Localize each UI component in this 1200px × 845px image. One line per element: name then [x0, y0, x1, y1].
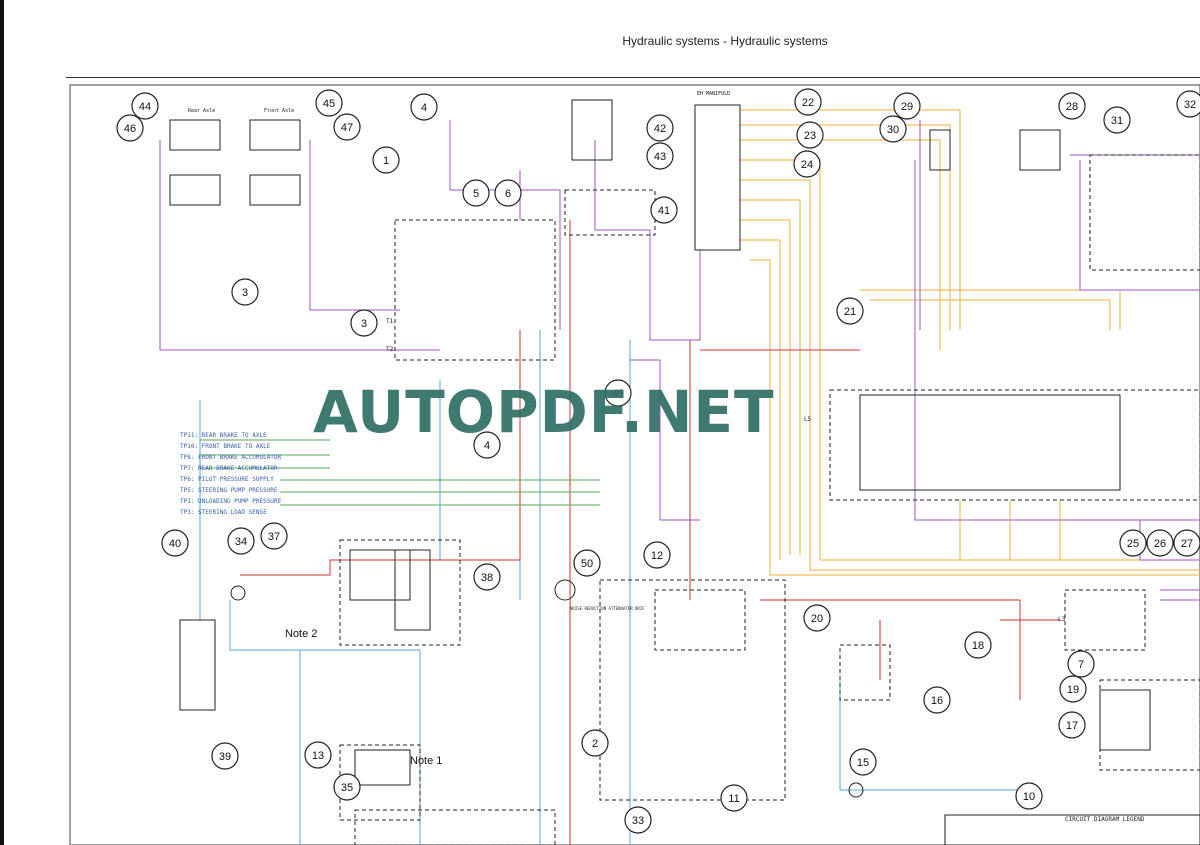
legend-title: CIRCUIT DIAGRAM LEGEND	[1065, 816, 1145, 823]
manifold-label: EH MANIFOLD	[697, 91, 731, 97]
callout-number: 2	[592, 738, 598, 750]
port-l5-label: L5	[804, 416, 812, 423]
callout-number: 50	[581, 558, 593, 570]
callout-number: 44	[139, 101, 151, 113]
callout-number: 16	[931, 695, 943, 707]
callout-number: 3	[361, 318, 367, 330]
pilot-lines-purple	[159, 120, 1200, 601]
port-t1-label: T1	[386, 318, 394, 325]
callout-number: 31	[1111, 115, 1123, 127]
callout-number: 24	[801, 159, 813, 171]
callout-number: 19	[1067, 684, 1079, 696]
callout-number: 43	[654, 151, 666, 163]
callout-number: 4	[421, 102, 427, 114]
port-l3-label: L3	[1058, 616, 1066, 623]
callout-number: 27	[1181, 538, 1193, 550]
test-point-label: TP6: PILOT PRESSURE SUPPLY	[180, 476, 274, 483]
callout-number: 42	[654, 123, 666, 135]
callout-number: 29	[901, 101, 913, 113]
callout-number: 40	[169, 538, 181, 550]
callout-number: 32	[1184, 99, 1196, 111]
callout-number: 10	[1023, 791, 1035, 803]
callout-number: 41	[658, 205, 670, 217]
callout-number: 1	[383, 155, 389, 167]
callout-number: 6	[505, 188, 511, 200]
test-point-label: TP8: FRONT BRAKE ACCUMULATOR	[180, 454, 282, 461]
callout-number: 17	[1066, 720, 1078, 732]
callout-number: 18	[972, 640, 984, 652]
port-t2-label: T2	[386, 346, 394, 353]
callout-number: 5	[473, 188, 479, 200]
note-2-label: Note 2	[285, 628, 318, 640]
rear-axle-label: Rear Axle	[188, 108, 216, 114]
callout-number: 37	[268, 531, 280, 543]
test-point-label: TP1: UNLOADING PUMP PRESSURE	[180, 498, 282, 505]
callout-number: 12	[651, 550, 663, 562]
callout-number: 34	[235, 536, 247, 548]
callout-layer: 1233445 67101112131516171819202122232425 2…	[116, 88, 1200, 834]
test-point-label: TP5: STEERING PUMP PRESSURE	[180, 487, 278, 494]
callout-number: 21	[844, 306, 856, 318]
callout-number: 15	[857, 757, 869, 769]
callout-number: 38	[481, 572, 493, 584]
test-point-label: TP10: FRONT BRAKE TO AXLE	[180, 443, 271, 450]
front-axle-label: Front Axle	[264, 108, 295, 114]
callout-number: 7	[1078, 659, 1084, 671]
callout-number: 25	[1127, 538, 1139, 550]
test-point-label: TP7: REAR BRAKE ACCUMULATOR	[180, 465, 278, 472]
callout-number: 22	[802, 97, 814, 109]
test-point-label: TP11: REAR BRAKE TO AXLE	[180, 432, 267, 439]
component-shapes	[169, 99, 1200, 845]
callout-number: 46	[124, 123, 136, 135]
pilot-lines-orange	[740, 109, 1200, 576]
callout-number: 35	[341, 782, 353, 794]
note-1-label: Note 1	[410, 755, 443, 767]
callout-number: 45	[323, 98, 335, 110]
callout-number: 11	[728, 793, 739, 805]
callout-number: 30	[887, 124, 899, 136]
callout-number: 20	[811, 613, 823, 625]
callout-number: 33	[632, 815, 644, 827]
callout-number: 47	[341, 122, 353, 134]
callout-number: 3	[242, 287, 248, 299]
callout-number: 23	[804, 130, 816, 142]
callout-number: 26	[1154, 538, 1166, 550]
noise-label: NOISE REDUCTION ATTENUATOR ORIF	[570, 606, 645, 611]
callout-number: 39	[219, 751, 231, 763]
callout-number: 13	[312, 750, 324, 762]
test-point-label: TP3: STEERING LOAD SENSE	[180, 509, 267, 516]
watermark: AUTOPDF.NET	[313, 378, 775, 446]
callout-number: 28	[1066, 101, 1078, 113]
